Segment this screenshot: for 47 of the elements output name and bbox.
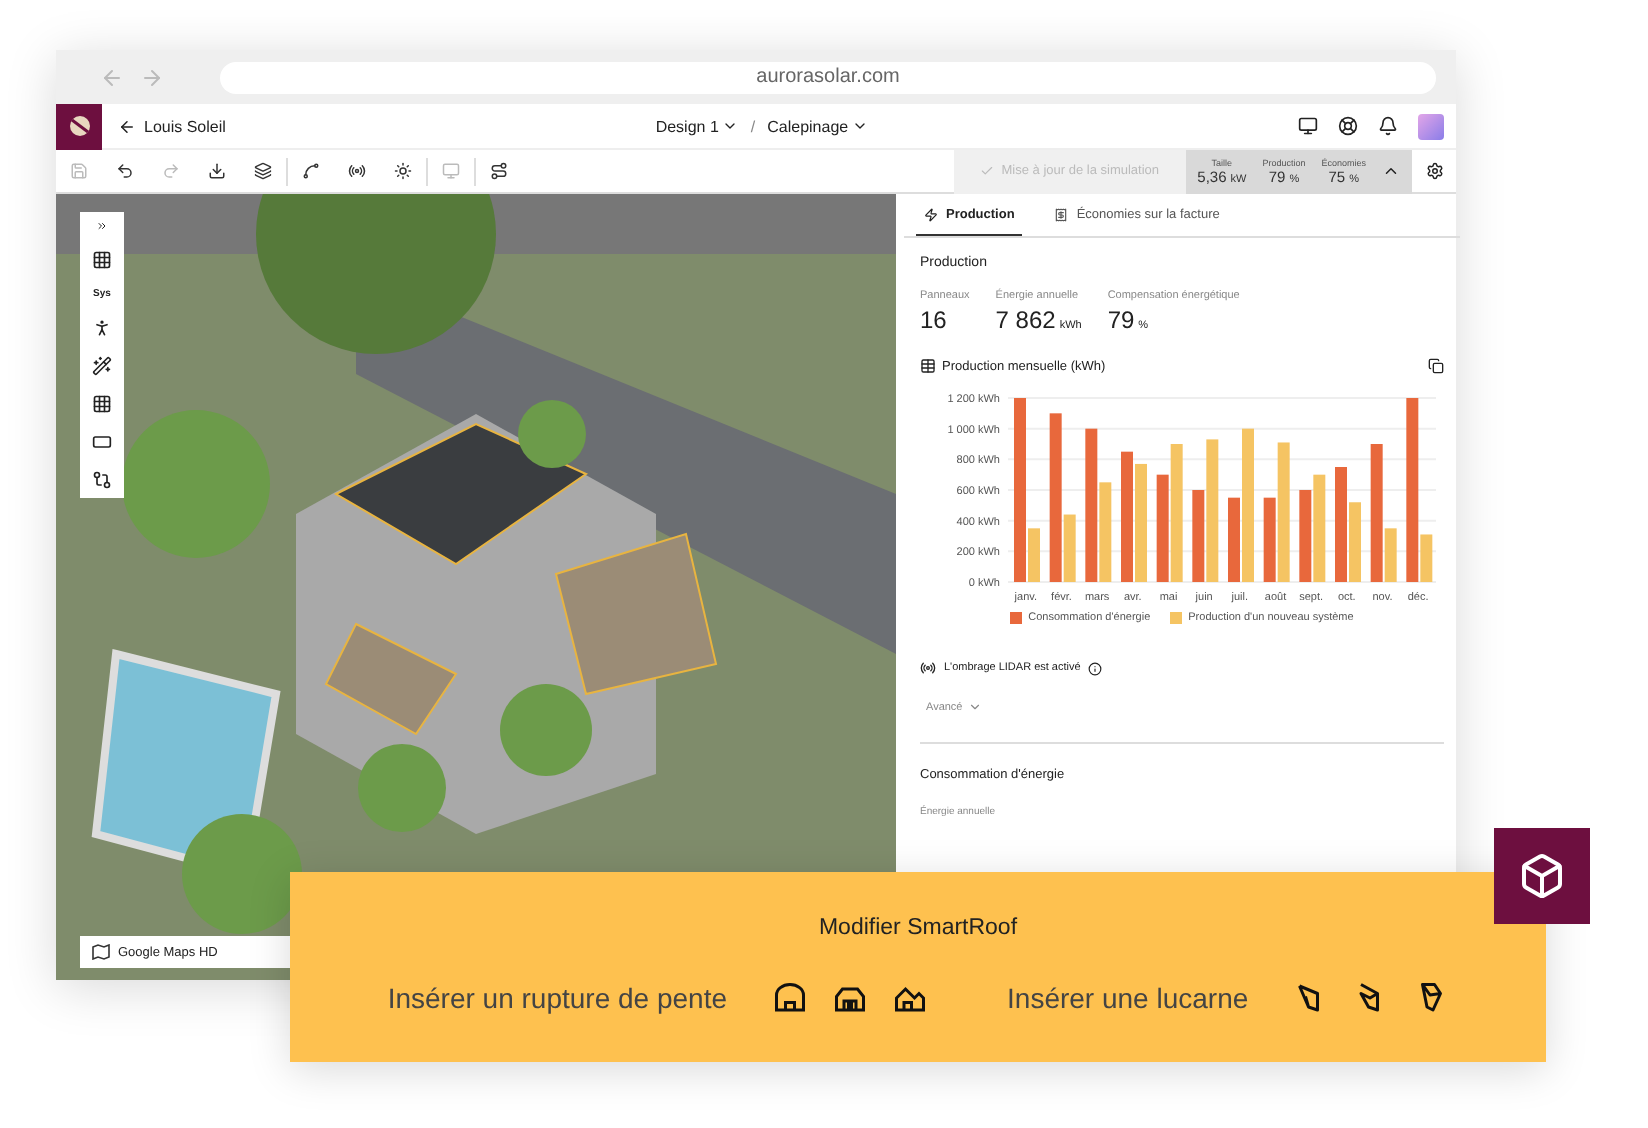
smartroof-button[interactable]	[1494, 828, 1590, 924]
settings-icon[interactable]	[1425, 162, 1443, 180]
receipt-icon	[1054, 207, 1069, 221]
address-bar[interactable]: aurorasolar.com	[220, 61, 1436, 93]
legend-swatch	[1170, 612, 1183, 624]
breadcrumb-dropdown[interactable]: Calepinage	[767, 117, 869, 135]
caret-icon	[722, 118, 739, 134]
download-icon[interactable]	[208, 162, 226, 180]
action-label: Insérer une lucarne	[1007, 982, 1249, 1014]
curve-icon[interactable]	[302, 162, 320, 180]
app-logo[interactable]	[56, 103, 102, 149]
sun-icon[interactable]	[394, 162, 412, 180]
breadcrumb-dropdown[interactable]: Design 1	[655, 117, 739, 135]
expand-icon[interactable]	[96, 220, 108, 232]
antenna-icon[interactable]	[348, 162, 366, 180]
person-icon[interactable]	[92, 318, 112, 338]
info-icon[interactable]	[1088, 661, 1103, 675]
metric-value: 16	[920, 306, 949, 334]
help-icon[interactable]	[1338, 116, 1358, 136]
back-arrow-icon[interactable]	[118, 117, 136, 135]
user-avatar[interactable]	[1418, 113, 1444, 139]
connector-icon[interactable]	[92, 470, 112, 490]
copy-icon[interactable]	[1428, 358, 1444, 374]
undo-icon[interactable]	[116, 162, 134, 180]
breadcrumb-separator: /	[750, 117, 756, 135]
action-label: Insérer un rupture de pente	[387, 982, 728, 1014]
collapse-icon[interactable]	[1382, 162, 1400, 180]
monitor-icon[interactable]	[1298, 116, 1318, 136]
rectangle-icon[interactable]	[92, 432, 112, 452]
caret-icon	[852, 118, 869, 134]
antenna-icon[interactable]	[920, 660, 936, 676]
card-title: Modifier SmartRoof	[818, 916, 1018, 940]
grid-icon[interactable]	[92, 394, 112, 414]
cube-icon	[1518, 852, 1566, 900]
map-icon	[92, 944, 110, 960]
house-icon[interactable]	[771, 980, 808, 1016]
caret-icon	[968, 700, 983, 714]
notification-icon[interactable]	[1378, 116, 1398, 136]
layers-icon[interactable]	[254, 162, 272, 180]
table-icon[interactable]	[920, 358, 936, 374]
wand-icon[interactable]	[92, 356, 112, 376]
route-icon[interactable]	[490, 162, 508, 180]
grid-icon[interactable]	[92, 250, 112, 270]
legend-swatch	[1010, 612, 1023, 624]
check-icon	[979, 164, 994, 178]
lightning-icon	[924, 207, 938, 221]
project-name[interactable]: Louis Soleil	[144, 117, 226, 135]
